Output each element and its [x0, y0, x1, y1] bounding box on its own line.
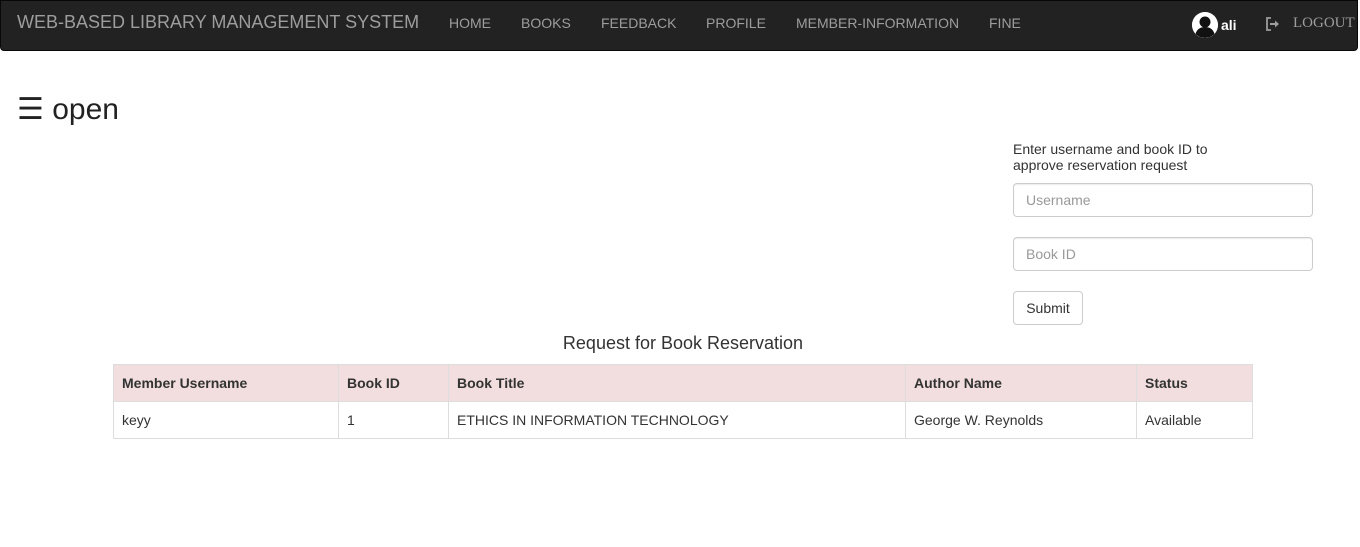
top-navbar: WEB-BASED LIBRARY MANAGEMENT SYSTEM HOME… — [0, 0, 1358, 51]
nav-home[interactable]: HOME — [449, 15, 491, 31]
reservation-table: Member Username Book ID Book Title Autho… — [113, 364, 1253, 439]
cell-status: Available — [1136, 401, 1253, 439]
nav-profile[interactable]: PROFILE — [706, 15, 766, 31]
column-header-book-id: Book ID — [338, 364, 449, 402]
form-instructions: Enter username and book ID to approve re… — [1013, 141, 1208, 173]
submit-button[interactable]: Submit — [1013, 291, 1083, 325]
sidebar-open-toggle[interactable]: ☰ open — [17, 92, 119, 127]
username-input[interactable] — [1013, 183, 1313, 217]
column-header-book-title: Book Title — [448, 364, 906, 402]
nav-books[interactable]: BOOKS — [521, 15, 571, 31]
logout-label: LOGOUT — [1293, 15, 1355, 31]
brand-title[interactable]: WEB-BASED LIBRARY MANAGEMENT SYSTEM — [17, 12, 419, 33]
column-header-member-username: Member Username — [113, 364, 339, 402]
table-header-row: Member Username Book ID Book Title Autho… — [113, 364, 1253, 402]
user-menu[interactable]: ali — [1192, 12, 1237, 38]
logout-icon — [1266, 16, 1279, 31]
nav-member-information[interactable]: MEMBER-INFORMATION — [796, 15, 959, 31]
column-header-author-name: Author Name — [905, 364, 1137, 402]
cell-author-name: George W. Reynolds — [905, 401, 1137, 439]
logout-link[interactable]: LOGOUT — [1265, 15, 1355, 32]
approve-reservation-form: Enter username and book ID to approve re… — [1013, 141, 1313, 325]
user-name: ali — [1221, 17, 1237, 33]
column-header-status: Status — [1136, 364, 1253, 402]
cell-book-title: ETHICS IN INFORMATION TECHNOLOGY — [448, 401, 906, 439]
cell-member-username: keyy — [113, 401, 339, 439]
reservation-table-title: Request for Book Reservation — [562, 333, 804, 353]
book-id-input[interactable] — [1013, 237, 1313, 271]
nav-fine[interactable]: FINE — [989, 15, 1021, 31]
table-row: keyy 1 ETHICS IN INFORMATION TECHNOLOGY … — [113, 401, 1253, 439]
user-avatar-icon — [1192, 12, 1218, 38]
nav-feedback[interactable]: FEEDBACK — [601, 15, 676, 31]
cell-book-id: 1 — [338, 401, 449, 439]
